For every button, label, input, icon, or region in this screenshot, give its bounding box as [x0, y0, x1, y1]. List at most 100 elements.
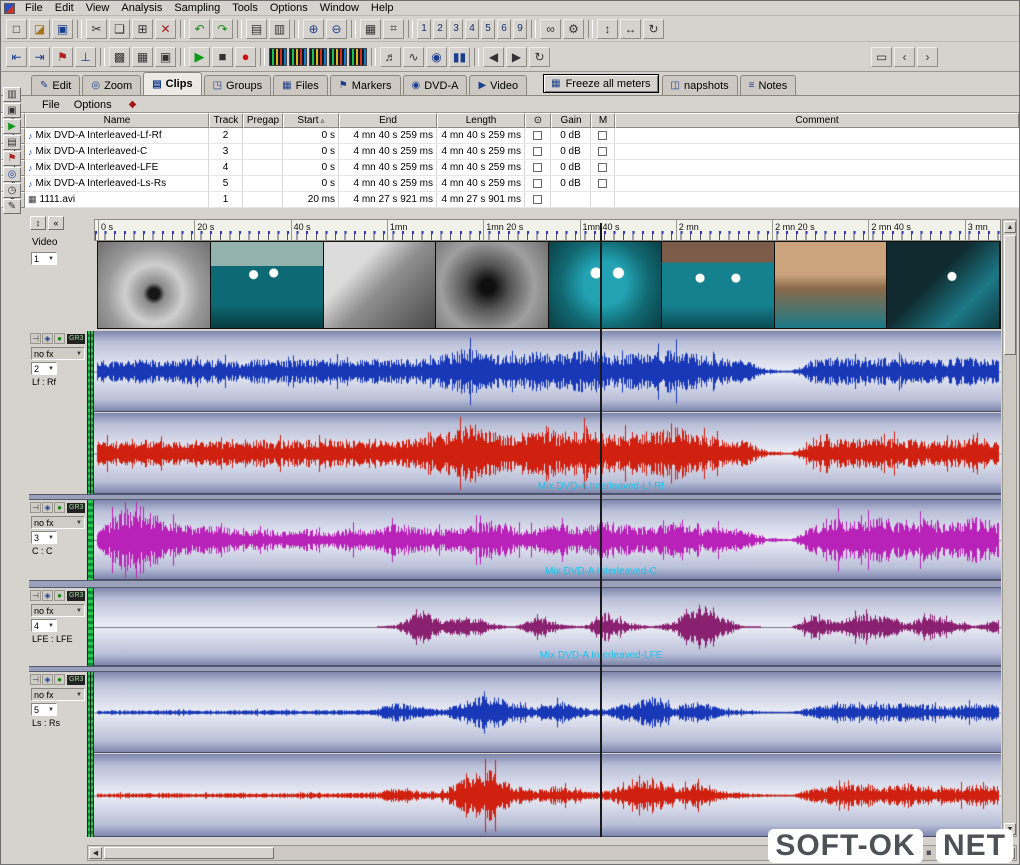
timeline-ruler[interactable]: 0 s20 s40 s1mn1mn 20 s1mn 40 s2 mn2 mn 2… — [94, 219, 1001, 241]
tab-files[interactable]: ▦Files — [273, 75, 328, 95]
anchor-button[interactable]: ⊥ — [75, 47, 96, 67]
undo-button[interactable]: ↶ — [189, 19, 210, 39]
clips-menu-options[interactable]: Options — [67, 99, 119, 111]
column-header-end[interactable]: End — [339, 113, 437, 128]
next-clip-button[interactable]: ▶ — [506, 47, 527, 67]
scrollbar-thumb[interactable] — [1004, 235, 1016, 355]
routing-icon[interactable]: ⊣ — [30, 333, 41, 344]
column-header-track[interactable]: Track — [209, 113, 243, 128]
playhead-cursor[interactable] — [600, 223, 602, 837]
meter-bridge-button[interactable]: ▦ — [132, 47, 153, 67]
scroll-up-icon[interactable]: ▲ — [1004, 221, 1016, 233]
column-header-lock[interactable]: ⊙ — [525, 113, 551, 128]
column-header-length[interactable]: Length — [437, 113, 525, 128]
freeze-all-meters-button[interactable]: ▦Freeze all meters — [543, 74, 658, 93]
video-thumbnail-faucet[interactable] — [324, 242, 437, 328]
clips-menu-file[interactable]: File — [35, 99, 67, 111]
routing-icon[interactable]: ⊣ — [30, 674, 41, 685]
audio-lane-rs[interactable] — [94, 754, 1001, 837]
automation-button[interactable]: ∿ — [403, 47, 424, 67]
workspace-4-button[interactable]: 4 — [465, 19, 479, 39]
mixer-button[interactable]: ▩ — [109, 47, 130, 67]
lock-checkbox[interactable] — [533, 179, 542, 188]
video-thumbnail-drain[interactable] — [436, 242, 549, 328]
fit-horizontal-button[interactable]: ↔ — [620, 19, 641, 39]
pause-button[interactable]: ▮▮ — [449, 47, 470, 67]
fit-vertical-button[interactable]: ↕ — [597, 19, 618, 39]
video-stream-dropdown[interactable]: 1 ▼ — [31, 252, 57, 265]
video-thumbnail-characters-pair[interactable] — [662, 242, 775, 328]
meter-panel-icon[interactable] — [309, 48, 327, 66]
zoom-out-button[interactable]: ⊖ — [326, 19, 347, 39]
lock-checkbox[interactable] — [533, 131, 542, 140]
pencil-button[interactable]: ✎ — [3, 199, 21, 214]
workspace-9-button[interactable]: 9 — [513, 19, 527, 39]
fx-icon[interactable]: ◈ — [42, 333, 53, 344]
tab-zoom[interactable]: ◎Zoom — [82, 75, 141, 95]
media-library-button[interactable]: ▥ — [3, 87, 21, 102]
tab-clips[interactable]: ▤Clips — [143, 72, 201, 95]
tab-video[interactable]: ▶Video — [469, 75, 527, 95]
mute-checkbox[interactable] — [598, 147, 607, 156]
goto-end-button[interactable]: ⇥ — [29, 47, 50, 67]
video-clip-lane[interactable] — [97, 241, 1001, 329]
properties-button[interactable]: ▥ — [269, 19, 290, 39]
document-button[interactable]: ▤ — [3, 135, 21, 150]
tab-notes[interactable]: ≡Notes — [740, 75, 797, 95]
menu-help[interactable]: Help — [365, 2, 400, 14]
track-number-dropdown[interactable]: 5▼ — [31, 703, 57, 716]
menu-analysis[interactable]: Analysis — [115, 2, 168, 14]
video-thumbnail-sink[interactable] — [98, 242, 211, 328]
monitor-button[interactable]: ▣ — [3, 103, 21, 118]
fx-dropdown[interactable]: no fx▼ — [31, 688, 85, 701]
selection-button[interactable]: ◎ — [3, 167, 21, 182]
prev-view-button[interactable]: ‹ — [894, 47, 915, 67]
prev-clip-button[interactable]: ◀ — [483, 47, 504, 67]
stop-button[interactable]: ■ — [212, 47, 233, 67]
fx-icon[interactable]: ◈ — [42, 674, 53, 685]
grid-snap-button[interactable]: ▦ — [360, 19, 381, 39]
paste-button[interactable]: ⊞ — [132, 19, 153, 39]
vertical-scrollbar[interactable]: ▲ ▼ — [1002, 219, 1017, 837]
mute-checkbox[interactable] — [598, 131, 607, 140]
add-marker-button[interactable]: ⚑ — [52, 47, 73, 67]
goto-start-button[interactable]: ⇤ — [6, 47, 27, 67]
table-row[interactable]: 5▦1111.avi120 ms4 mn 27 s 921 ms4 mn 27 … — [1, 192, 1019, 208]
column-header-comment[interactable]: Comment — [615, 113, 1019, 128]
audio-lane-ls[interactable] — [94, 672, 1001, 753]
record-button[interactable]: ● — [235, 47, 256, 67]
fx-icon[interactable]: ◈ — [42, 502, 53, 513]
workspace-6-button[interactable]: 6 — [497, 19, 511, 39]
marker-list-button[interactable]: ⚑ — [3, 151, 21, 166]
routing-icon[interactable]: ⊣ — [30, 502, 41, 513]
monitor-dot-icon[interactable]: ● — [54, 590, 65, 601]
column-header-name[interactable]: Name — [25, 113, 209, 128]
fx-icon[interactable]: ◈ — [42, 590, 53, 601]
delete-button[interactable]: ✕ — [155, 19, 176, 39]
monitor-dot-icon[interactable]: ● — [54, 333, 65, 344]
column-header-start[interactable]: Start▵ — [283, 113, 339, 128]
routing-icon[interactable]: ⊣ — [30, 590, 41, 601]
lock-checkbox[interactable] — [533, 147, 542, 156]
table-row[interactable]: 3♪Mix DVD-A Interleaved-LFE40 s4 mn 40 s… — [1, 160, 1019, 176]
column-header-gain[interactable]: Gain — [551, 113, 591, 128]
settings-button[interactable]: ⚙ — [563, 19, 584, 39]
table-row[interactable]: 2♪Mix DVD-A Interleaved-C30 s4 mn 40 s 2… — [1, 144, 1019, 160]
workspace-3-button[interactable]: 3 — [449, 19, 463, 39]
workspace-5-button[interactable]: 5 — [481, 19, 495, 39]
meter-panel-icon[interactable] — [269, 48, 287, 66]
tab-groups[interactable]: ◳Groups — [204, 75, 272, 95]
menu-view[interactable]: View — [80, 2, 116, 14]
workspace-1-button[interactable]: 1 — [417, 19, 431, 39]
mute-checkbox[interactable] — [598, 179, 607, 188]
mute-checkbox[interactable] — [598, 163, 607, 172]
scroll-left-icon[interactable]: ◀ — [89, 847, 102, 859]
clips-tool-icon[interactable]: ◆ — [129, 99, 137, 110]
print-button[interactable]: ▤ — [246, 19, 267, 39]
fx-dropdown[interactable]: no fx▼ — [31, 604, 85, 617]
open-folder-button[interactable]: ◪ — [29, 19, 50, 39]
auto-crossfade-button[interactable]: ∞ — [540, 19, 561, 39]
cut-button[interactable]: ✂ — [86, 19, 107, 39]
refresh-button[interactable]: ↻ — [643, 19, 664, 39]
menu-window[interactable]: Window — [314, 2, 365, 14]
